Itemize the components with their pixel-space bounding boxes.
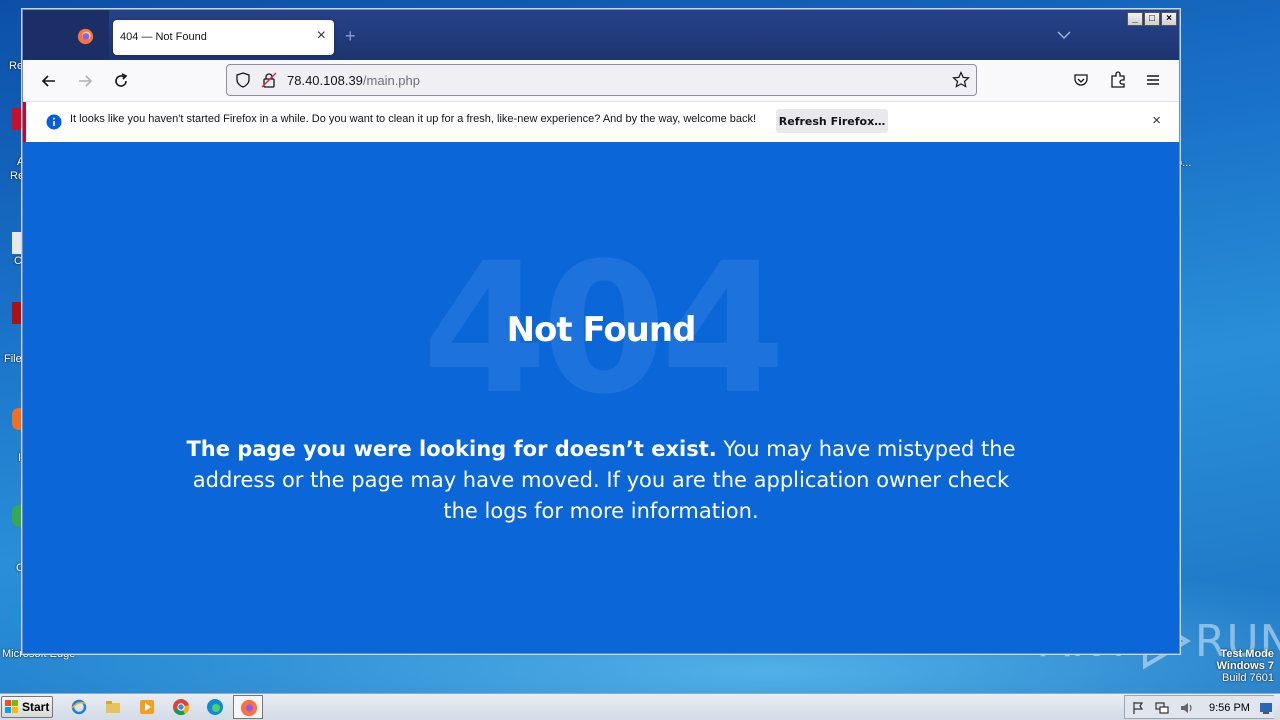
network-icon[interactable] (1155, 701, 1169, 715)
page-title: Not Found (506, 310, 697, 350)
firefox-logo-icon (77, 28, 94, 45)
refresh-firefox-notification: It looks like you haven't started Firefo… (23, 102, 1179, 142)
bookmark-star-icon[interactable] (952, 71, 970, 89)
tab-404-not-found[interactable]: 404 — Not Found × (113, 20, 334, 55)
test-mode-text: Test Mode Windows 7 Build 7601 (1217, 648, 1274, 684)
notification-text: It looks like you haven't started Firefo… (70, 113, 757, 125)
insecure-lock-icon[interactable] (261, 72, 277, 88)
tab-strip: 404 — Not Found × + _ □ × (23, 10, 1179, 60)
shield-icon[interactable] (235, 72, 251, 88)
error-message-bold: The page you were looking for doesn’t ex… (186, 437, 717, 461)
url-text: 78.40.108.39/main.php (287, 73, 420, 88)
pocket-icon[interactable] (1073, 72, 1089, 88)
firefox-icon (240, 699, 258, 717)
show-desktop-icon[interactable] (1259, 701, 1273, 715)
maximize-button[interactable]: □ (1144, 12, 1160, 26)
refresh-firefox-button[interactable]: Refresh Firefox… (776, 109, 888, 133)
url-path: /main.php (362, 73, 420, 88)
url-host: 78.40.108.39 (287, 73, 363, 88)
firefox-taskbar-button[interactable] (233, 695, 263, 719)
list-all-tabs-chevron-icon[interactable] (1057, 30, 1071, 40)
edge-icon[interactable] (206, 698, 224, 716)
notification-close-icon[interactable]: × (1152, 112, 1161, 129)
desktop-icon-label[interactable]: I (18, 452, 21, 464)
reload-icon[interactable] (111, 71, 131, 91)
windows-version-line: Windows 7 (1216, 660, 1274, 672)
tab-title: 404 — Not Found (120, 31, 207, 43)
forward-arrow-icon[interactable] (75, 71, 95, 91)
start-label: Start (22, 700, 50, 714)
system-clock[interactable]: 9:56 PM (1209, 702, 1250, 714)
test-mode-line: Test Mode (1220, 648, 1274, 660)
windows-logo-icon (5, 700, 18, 713)
extensions-puzzle-icon[interactable] (1109, 71, 1127, 89)
firefox-window: 404 — Not Found × + _ □ × 78.40.108.39/m… (22, 9, 1180, 654)
action-center-flag-icon[interactable] (1131, 701, 1145, 715)
explorer-icon[interactable] (104, 698, 122, 716)
info-icon (46, 114, 62, 130)
desktop-icon-label[interactable]: File (4, 353, 22, 365)
back-arrow-icon[interactable] (39, 71, 59, 91)
chrome-icon[interactable] (172, 698, 190, 716)
new-tab-button[interactable]: + (345, 26, 356, 47)
hamburger-menu-icon[interactable] (1145, 72, 1161, 88)
start-button[interactable]: Start (1, 696, 53, 718)
close-window-button[interactable]: × (1161, 12, 1177, 26)
tab-close-icon[interactable]: × (317, 28, 326, 44)
media-player-icon[interactable] (138, 698, 156, 716)
titlebar-left-band (23, 10, 109, 60)
volume-icon[interactable] (1179, 701, 1193, 715)
taskbar: Start 9:56 PM (0, 693, 1280, 720)
error-message: The page you were looking for doesn’t ex… (173, 434, 1029, 527)
url-bar[interactable]: 78.40.108.39/main.php (226, 64, 977, 96)
ie-icon[interactable] (70, 698, 88, 716)
desktop-icon-label[interactable]: C (14, 255, 22, 267)
minimize-button[interactable]: _ (1127, 12, 1143, 26)
window-controls: _ □ × (1127, 12, 1177, 26)
page-content: 404 Not Found The page you were looking … (23, 142, 1179, 653)
system-tray (1124, 695, 1274, 719)
navigation-toolbar: 78.40.108.39/main.php (23, 60, 1179, 102)
desktop-icon-label[interactable]: Re (9, 60, 23, 72)
build-line: Build 7601 (1222, 672, 1274, 684)
